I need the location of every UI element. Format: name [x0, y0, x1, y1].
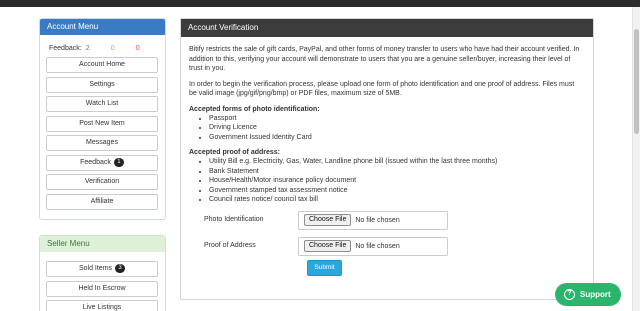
list-item: House/Health/Motor insurance policy docu…	[209, 176, 583, 186]
sold-items-label: Sold Items	[78, 265, 113, 272]
watch-list-label: Watch List	[85, 100, 119, 107]
list-item: Bank Statement	[209, 167, 583, 177]
seller-menu-title: Seller Menu	[40, 236, 165, 252]
verification-body: Bitify restricts the sale of gift cards,…	[181, 37, 593, 282]
sold-items-button[interactable]: Sold Items 3	[46, 261, 158, 277]
address-heading: Accepted proof of address:	[189, 149, 281, 156]
settings-label: Settings	[89, 80, 115, 88]
photo-id-list: Passport Driving Licence Government Issu…	[209, 114, 583, 143]
seller-menu-list: Sold Items 3 Held In Escrow Live Listings	[40, 261, 165, 311]
account-menu-panel: Account Menu Feedback: 2 0 0 Account Hom…	[39, 18, 166, 220]
account-menu-list: Account Home Settings Watch List Post Ne…	[40, 57, 165, 210]
verification-title: Account Verification	[181, 19, 593, 37]
feedback-summary: Feedback: 2 0 0	[40, 41, 165, 55]
verification-panel: Account Verification Bitify restricts th…	[180, 18, 594, 300]
photo-id-heading: Accepted forms of photo identification:	[189, 105, 320, 113]
photo-id-field-label: Photo Identification	[204, 215, 264, 223]
account-menu-title: Account Menu	[40, 19, 165, 35]
settings-button[interactable]: Settings	[46, 76, 158, 93]
feedback-button[interactable]: Feedback 1	[46, 154, 158, 171]
affiliate-label: Affiliate	[90, 197, 114, 205]
feedback-neutral-count: 0	[110, 44, 115, 52]
photo-id-choose-file-button[interactable]: Choose File	[304, 214, 352, 226]
question-circle-icon: ?	[564, 289, 575, 300]
list-item: Utility Bill e.g. Electricity, Gas, Wate…	[209, 157, 583, 167]
feedback-menu-label: Feedback	[80, 158, 111, 166]
held-in-escrow-label: Held In Escrow	[78, 284, 126, 292]
messages-button[interactable]: Messages	[46, 135, 158, 151]
support-label: Support	[580, 290, 611, 299]
submit-button[interactable]: Submit	[307, 259, 342, 276]
seller-menu-panel: Seller Menu Sold Items 3 Held In Escrow L…	[39, 235, 166, 311]
list-item: Government stamped tax assessment notice	[209, 186, 583, 196]
address-upload-row: Proof of Address Choose File No file cho…	[189, 236, 583, 259]
instructions-paragraph: In order to begin the verification proce…	[189, 80, 575, 98]
verification-button[interactable]: Verification	[46, 174, 158, 190]
address-field-label: Proof of Address	[204, 241, 256, 249]
scrollbar-thumb[interactable]	[634, 29, 639, 134]
account-home-label: Account Home	[79, 61, 125, 68]
address-file-status: No file chosen	[355, 242, 400, 250]
list-item: Government Issued Identity Card	[209, 133, 583, 143]
post-new-item-label: Post New Item	[79, 119, 125, 127]
feedback-count-badge: 1	[113, 157, 124, 167]
address-choose-file-button[interactable]: Choose File	[304, 240, 352, 252]
account-home-button[interactable]: Account Home	[46, 57, 158, 73]
submit-row: Submit	[189, 259, 583, 282]
feedback-positive-count: 2	[85, 44, 90, 52]
photo-id-upload-row: Photo Identification Choose File No file…	[189, 210, 583, 233]
top-navbar	[0, 0, 640, 7]
list-item: Driving Licence	[209, 123, 583, 133]
sold-items-count-badge: 3	[115, 264, 126, 273]
messages-label: Messages	[86, 139, 118, 146]
feedback-label: Feedback:	[49, 44, 82, 52]
support-button[interactable]: ? Support	[555, 283, 621, 306]
affiliate-button[interactable]: Affiliate	[46, 193, 158, 210]
list-item: Passport	[209, 114, 583, 124]
intro-paragraph: Bitify restricts the sale of gift cards,…	[189, 46, 580, 72]
page-scrollbar[interactable]	[632, 7, 640, 311]
list-item: Council rates notice/ council tax bill	[209, 195, 583, 205]
live-listings-label: Live Listings	[82, 304, 122, 311]
held-in-escrow-button[interactable]: Held In Escrow	[46, 280, 158, 297]
address-file-input[interactable]: Choose File No file chosen	[298, 236, 448, 256]
live-listings-button[interactable]: Live Listings	[46, 300, 158, 311]
feedback-negative-count: 0	[135, 44, 140, 52]
verification-label: Verification	[84, 178, 120, 185]
photo-id-file-status: No file chosen	[355, 216, 400, 224]
watch-list-button[interactable]: Watch List	[46, 96, 158, 112]
photo-id-file-input[interactable]: Choose File No file chosen	[298, 210, 448, 230]
post-new-item-button[interactable]: Post New Item	[46, 115, 158, 132]
address-list: Utility Bill e.g. Electricity, Gas, Wate…	[209, 157, 583, 205]
